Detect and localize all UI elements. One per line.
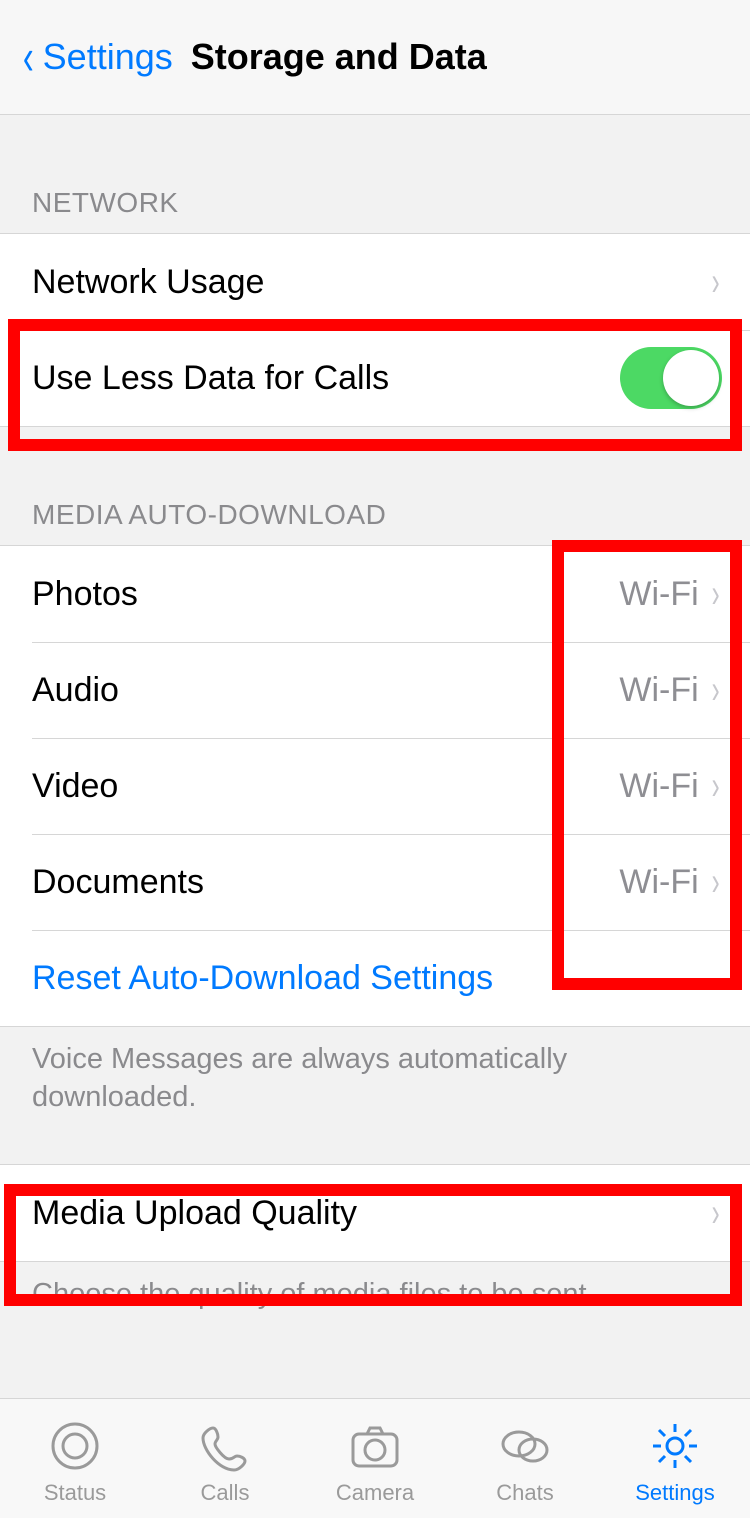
row-label: Audio [32, 671, 619, 710]
tab-label: Status [44, 1480, 106, 1506]
audio-row[interactable]: Audio Wi-Fi › [0, 642, 750, 738]
video-row[interactable]: Video Wi-Fi › [0, 738, 750, 834]
chevron-right-icon: › [711, 764, 719, 809]
tab-label: Camera [336, 1480, 414, 1506]
tab-label: Calls [201, 1480, 250, 1506]
tab-chats[interactable]: Chats [450, 1399, 600, 1518]
row-value: Wi-Fi [619, 767, 698, 806]
reset-auto-download-label: Reset Auto-Download Settings [32, 959, 722, 998]
row-label: Documents [32, 863, 619, 902]
chevron-right-icon: › [711, 668, 719, 713]
row-label: Photos [32, 575, 619, 614]
chevron-right-icon: › [711, 260, 719, 305]
tab-label: Settings [635, 1480, 715, 1506]
use-less-data-label: Use Less Data for Calls [32, 359, 620, 398]
toggle-knob [663, 350, 719, 406]
chats-icon [497, 1418, 553, 1474]
status-icon [47, 1418, 103, 1474]
row-value: Wi-Fi [619, 863, 698, 902]
network-usage-row[interactable]: Network Usage › [0, 234, 750, 330]
chevron-right-icon: › [711, 572, 719, 617]
tabbar: Status Calls Camera Chats [0, 1398, 750, 1518]
row-label: Video [32, 767, 619, 806]
tab-settings[interactable]: Settings [600, 1399, 750, 1518]
back-button[interactable]: Settings [43, 36, 173, 78]
camera-icon [347, 1418, 403, 1474]
upload-group: Media Upload Quality › [0, 1164, 750, 1262]
phone-icon [197, 1418, 253, 1474]
media-group: Photos Wi-Fi › Audio Wi-Fi › Video Wi-Fi… [0, 545, 750, 1027]
tab-status[interactable]: Status [0, 1399, 150, 1518]
section-header-media: MEDIA AUTO-DOWNLOAD [0, 499, 750, 545]
chevron-right-icon: › [711, 860, 719, 905]
tab-label: Chats [496, 1480, 553, 1506]
section-header-network: NETWORK [0, 187, 750, 233]
row-value: Wi-Fi [619, 671, 698, 710]
media-footer: Voice Messages are always automatically … [0, 1027, 750, 1116]
back-chevron-icon[interactable]: ‹ [23, 32, 34, 82]
upload-footer: Choose the quality of media files to be … [0, 1262, 750, 1314]
tab-camera[interactable]: Camera [300, 1399, 450, 1518]
chevron-right-icon: › [711, 1191, 719, 1236]
page-title: Storage and Data [191, 36, 487, 78]
media-upload-quality-label: Media Upload Quality [32, 1194, 709, 1233]
row-value: Wi-Fi [619, 575, 698, 614]
gear-icon [647, 1418, 703, 1474]
tab-calls[interactable]: Calls [150, 1399, 300, 1518]
use-less-data-row[interactable]: Use Less Data for Calls [0, 330, 750, 426]
network-usage-label: Network Usage [32, 263, 709, 302]
navbar: ‹ Settings Storage and Data [0, 0, 750, 115]
use-less-data-toggle[interactable] [620, 347, 722, 409]
photos-row[interactable]: Photos Wi-Fi › [0, 546, 750, 642]
network-group: Network Usage › Use Less Data for Calls [0, 233, 750, 427]
media-upload-quality-row[interactable]: Media Upload Quality › [0, 1165, 750, 1261]
reset-auto-download-row[interactable]: Reset Auto-Download Settings [0, 930, 750, 1026]
documents-row[interactable]: Documents Wi-Fi › [0, 834, 750, 930]
